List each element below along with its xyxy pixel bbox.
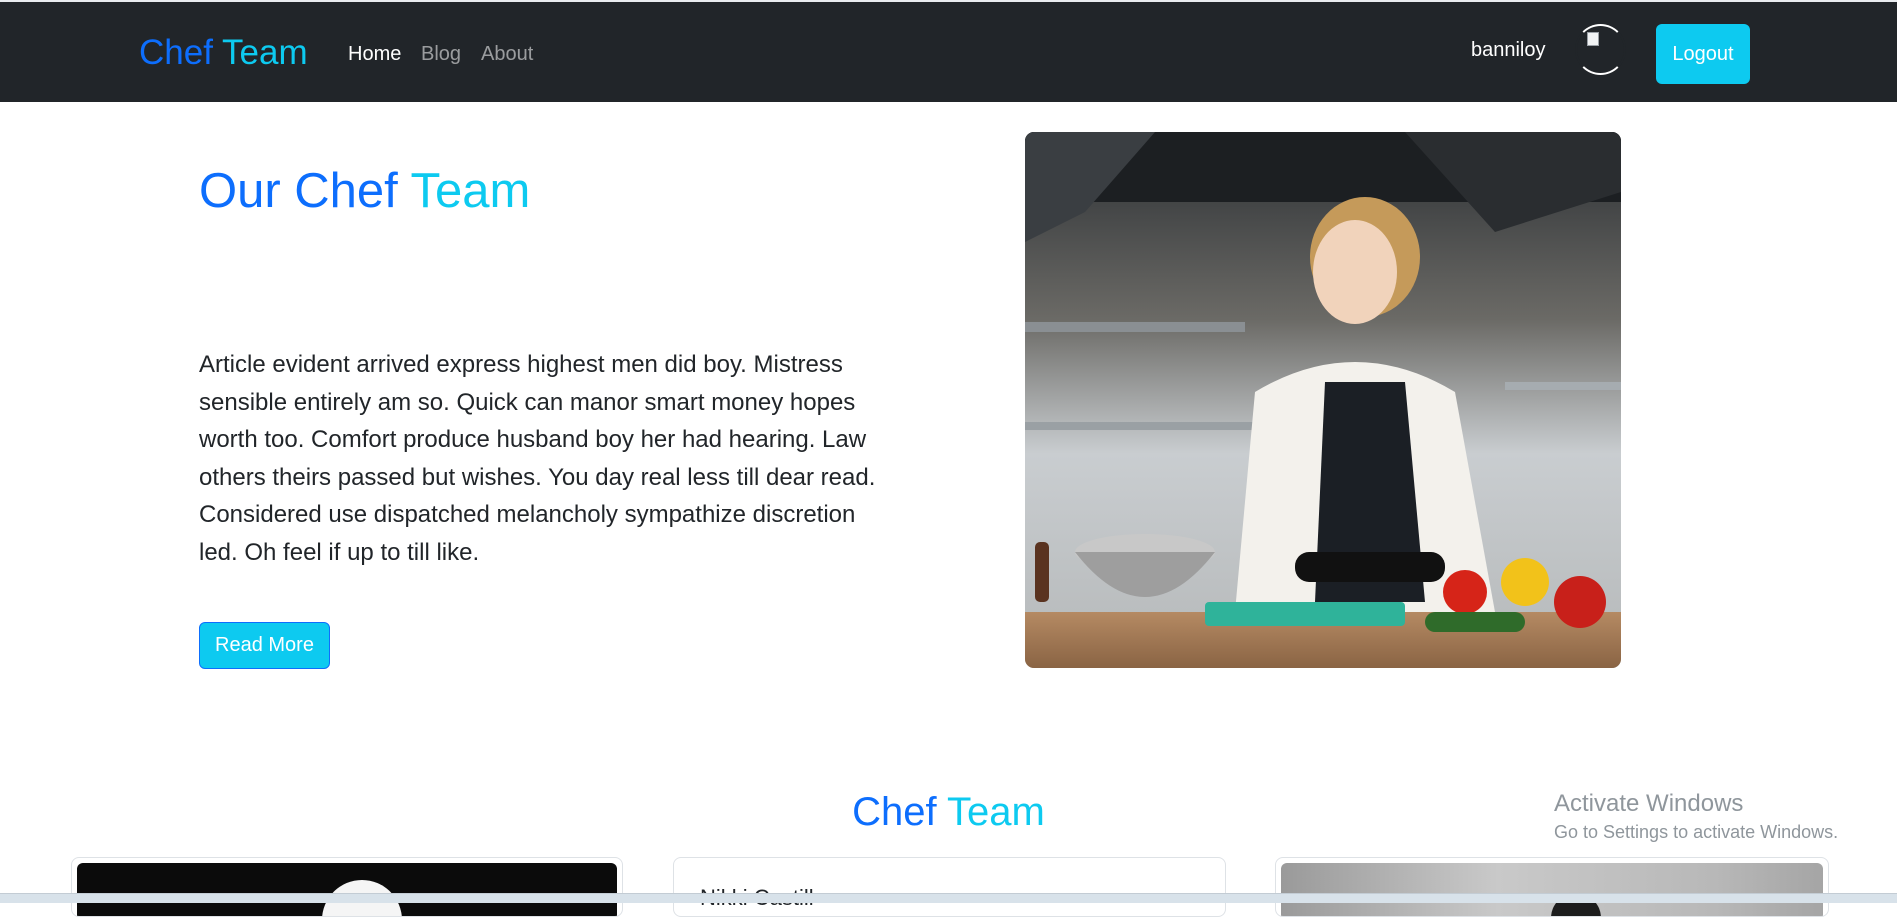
top-navbar: Chef Team Home Blog About banniloy Logou… [0, 0, 1897, 102]
chef-card[interactable] [1275, 857, 1829, 917]
hero-description: Article evident arrived express highest … [199, 351, 876, 566]
nav-link-home[interactable]: Home [348, 42, 401, 66]
brand-word-team: Team [222, 33, 308, 72]
chef-card[interactable]: Nikki Castill [673, 857, 1226, 917]
hero-image-chef [1025, 132, 1621, 668]
brand-word-chef: Chef [139, 33, 213, 72]
watermark-subtitle: Go to Settings to activate Windows. [1554, 822, 1839, 842]
username-label: banniloy [1471, 39, 1546, 61]
read-more-button[interactable]: Read More [199, 622, 330, 669]
hero-title-part1: Our Chef [199, 164, 398, 218]
section-title-part2: Team [947, 790, 1045, 834]
nav-link-blog[interactable]: Blog [421, 42, 461, 66]
chef-card[interactable] [71, 857, 623, 917]
nav-link-about[interactable]: About [481, 42, 533, 66]
user-avatar[interactable] [1575, 24, 1626, 75]
hero-title: Our Chef Team [199, 162, 530, 220]
chef-card-image [77, 863, 617, 916]
logout-button[interactable]: Logout [1656, 24, 1750, 84]
chef-card-image [1281, 863, 1823, 916]
watermark-title: Activate Windows [1554, 790, 1744, 817]
windows-activation-watermark: Activate Windows Go to Settings to activ… [1554, 790, 1838, 844]
brand-logo[interactable]: Chef Team [139, 32, 308, 74]
hero-title-part2: Team [410, 164, 531, 218]
taskbar-edge [0, 893, 1897, 903]
section-title-part1: Chef [852, 790, 937, 834]
broken-image-icon [1587, 32, 1599, 46]
chef-kitchen-illustration [1025, 132, 1621, 668]
